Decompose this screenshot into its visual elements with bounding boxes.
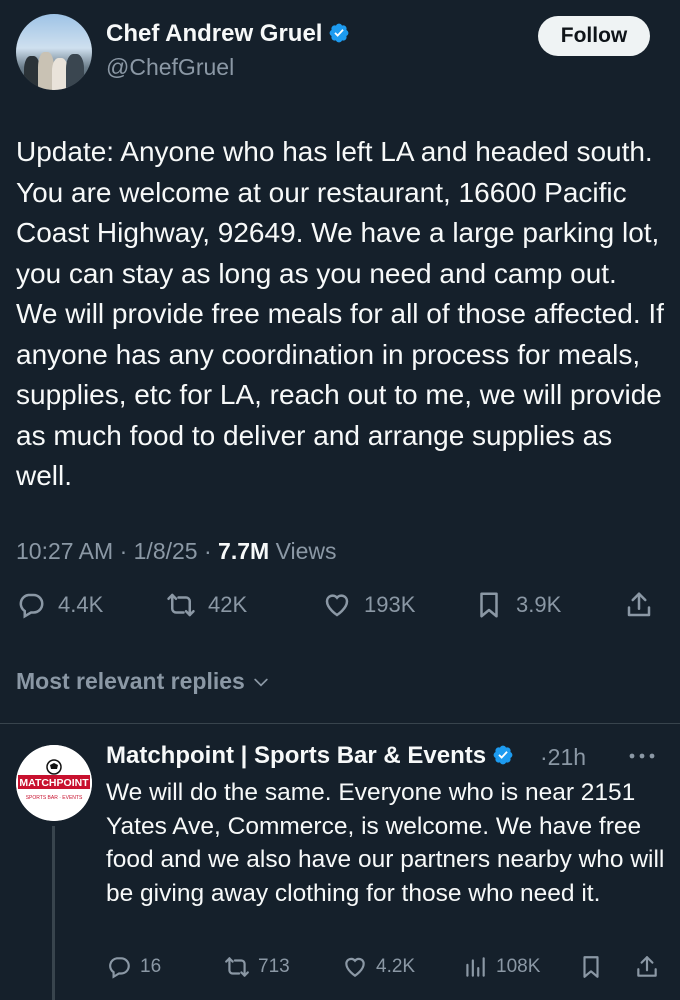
reply-sort-label: Most relevant replies: [16, 668, 245, 694]
repost-icon: [167, 593, 195, 617]
meta-separator: ·: [119, 538, 134, 564]
reply-time-text: 21h: [547, 744, 587, 770]
analytics-icon: [466, 957, 485, 977]
meta-separator: ·: [203, 538, 219, 564]
bookmark-icon: [583, 956, 599, 978]
views-count: 7.7M: [218, 538, 270, 564]
author-name[interactable]: Chef Andrew Gruel: [106, 20, 350, 48]
more-options-icon[interactable]: [622, 746, 662, 766]
reply-action-bar: 16 713 4.2K 108K: [106, 954, 666, 988]
follow-button[interactable]: Follow: [538, 16, 650, 56]
reply-share-button[interactable]: [634, 954, 660, 980]
like-button[interactable]: 193K: [322, 590, 415, 620]
reply-button[interactable]: 4.4K: [16, 590, 103, 620]
tweet-date[interactable]: 1/8/25: [134, 538, 198, 564]
repost-icon: [225, 957, 249, 977]
reply-reply-button[interactable]: 16: [106, 954, 161, 980]
share-button[interactable]: [624, 590, 654, 620]
reply-repost-count: 713: [258, 956, 290, 977]
reply-author-name[interactable]: Matchpoint | Sports Bar & Events: [106, 742, 514, 770]
reply-text: We will do the same. Everyone who is nea…: [106, 779, 665, 907]
like-count: 193K: [364, 592, 416, 617]
reply-icon: [19, 593, 44, 619]
repost-button[interactable]: 42K: [166, 590, 247, 620]
reply-time[interactable]: ·21h: [540, 744, 586, 771]
author-name-text[interactable]: Chef Andrew Gruel: [106, 20, 322, 47]
share-icon: [627, 592, 651, 617]
reply-repost-button[interactable]: 713: [224, 954, 290, 980]
thread-line: [52, 826, 55, 1000]
reply-icon: [109, 957, 130, 979]
heart-icon: [345, 957, 365, 977]
reply-author-avatar[interactable]: MATCHPOINT SPORTS BAR · EVENTS: [16, 745, 92, 821]
heart-icon: [325, 594, 349, 617]
views-label: Views: [275, 538, 337, 564]
verified-badge-icon: [493, 745, 513, 765]
logo-text: MATCHPOINT: [19, 777, 89, 789]
author-avatar[interactable]: [16, 14, 92, 90]
tweet-meta: 10:27 AM · 1/8/25 · 7.7M Views: [16, 538, 337, 565]
tweet-action-bar: 4.4K 42K 193K 3.9K: [16, 590, 666, 634]
reply-views-count: 108K: [496, 956, 541, 977]
share-icon: [637, 956, 657, 977]
verified-badge-icon: [330, 23, 349, 43]
reply-sort-dropdown[interactable]: Most relevant replies: [16, 668, 271, 695]
chevron-down-icon: [254, 678, 268, 687]
bookmark-button[interactable]: 3.9K: [474, 590, 561, 620]
bookmark-icon: [480, 592, 498, 618]
author-handle[interactable]: @ChefGruel: [106, 54, 234, 81]
meta-separator: ·: [540, 744, 548, 770]
matchpoint-logo: MATCHPOINT SPORTS BAR · EVENTS: [16, 745, 92, 821]
reply-views-button[interactable]: 108K: [462, 954, 540, 980]
tweet-time[interactable]: 10:27 AM: [16, 538, 113, 564]
reply-like-button[interactable]: 4.2K: [342, 954, 415, 980]
reply-author-name-text[interactable]: Matchpoint | Sports Bar & Events: [106, 742, 486, 769]
divider: [0, 723, 680, 724]
tweet-text: Update: Anyone who has left LA and heade…: [16, 136, 664, 491]
reply-like-count: 4.2K: [376, 956, 416, 977]
bookmark-count: 3.9K: [516, 592, 562, 617]
reply-bookmark-button[interactable]: [578, 954, 604, 980]
logo-subtext: SPORTS BAR · EVENTS: [26, 795, 83, 801]
reply-count: 4.4K: [58, 592, 104, 617]
repost-count: 42K: [208, 592, 248, 617]
reply-reply-count: 16: [140, 956, 162, 977]
